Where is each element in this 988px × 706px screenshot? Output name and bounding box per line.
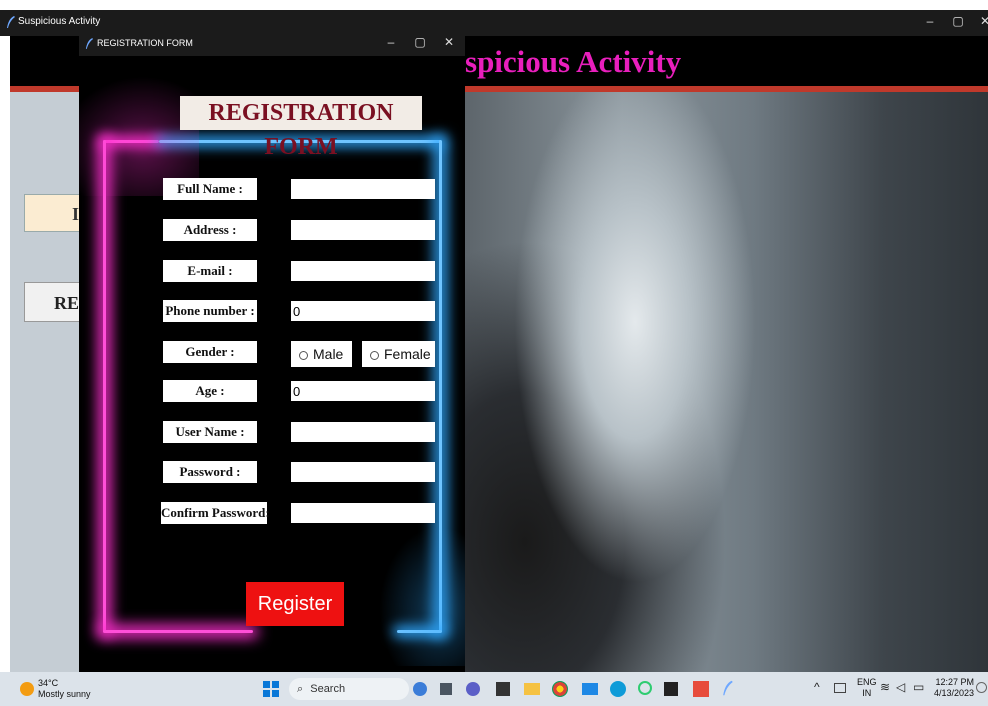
registration-titlebar: REGISTRATION FORM – ▢ ✕	[79, 32, 465, 56]
user-name-input[interactable]	[291, 422, 435, 442]
gender-female-radio[interactable]: Female	[362, 341, 435, 367]
registration-window-title: REGISTRATION FORM	[97, 38, 193, 48]
calculator-icon[interactable]	[496, 682, 510, 696]
registration-heading: REGISTRATION FORM	[180, 96, 422, 160]
app-red-icon[interactable]	[693, 681, 709, 697]
confirm-password-input[interactable]	[291, 503, 435, 523]
wifi-icon[interactable]: ≋	[880, 680, 890, 694]
label-gender: Gender :	[163, 341, 257, 363]
label-address: Address :	[163, 219, 257, 241]
mail-icon[interactable]	[582, 683, 598, 695]
reg-close-button[interactable]: ✕	[439, 35, 459, 49]
registration-body: REGISTRATION FORM Full Name : Address : …	[79, 56, 465, 672]
email-input[interactable]	[291, 261, 435, 281]
clock-date: 4/13/2023	[934, 688, 975, 698]
full-name-input[interactable]	[291, 179, 435, 199]
password-input[interactable]	[291, 462, 435, 482]
language-indicator[interactable]: ENG IN	[857, 677, 877, 699]
keyboard-icon[interactable]	[834, 683, 846, 693]
register-button[interactable]: Register	[246, 582, 344, 626]
page-title: spicious Activity	[465, 44, 682, 79]
battery-icon[interactable]: ▭	[913, 680, 924, 694]
weather-widget[interactable]: 34°C Mostly sunny	[38, 678, 91, 700]
phone-number-input[interactable]	[291, 301, 435, 321]
label-password: Password :	[163, 461, 257, 483]
weather-temp: 34°C	[38, 678, 59, 688]
language-bottom: IN	[862, 688, 872, 698]
gender-male-radio[interactable]: Male	[291, 341, 352, 367]
neon-corner-glow	[379, 526, 465, 666]
windows-start-icon[interactable]	[263, 681, 279, 697]
maximize-button[interactable]: ▢	[948, 14, 968, 28]
file-explorer-icon[interactable]	[524, 683, 540, 695]
weather-desc: Mostly sunny	[38, 689, 91, 699]
notification-icon[interactable]	[976, 682, 987, 693]
feather-taskbar-icon[interactable]	[722, 680, 734, 696]
close-button[interactable]: ✕	[975, 14, 988, 28]
reg-maximize-button[interactable]: ▢	[410, 35, 430, 49]
chat-icon[interactable]	[466, 682, 480, 696]
edge-icon[interactable]	[610, 681, 626, 697]
volume-icon[interactable]: ◁	[896, 680, 905, 694]
radio-circle-icon	[299, 350, 308, 360]
clock-time: 12:27 PM	[935, 677, 975, 687]
taskbar-search[interactable]: ⌕ Search	[289, 678, 409, 700]
chevron-up-icon[interactable]: ^	[814, 680, 820, 694]
label-user-name: User Name :	[163, 421, 257, 443]
label-age: Age :	[163, 380, 257, 402]
login-button[interactable]: I	[24, 194, 84, 232]
search-icon: ⌕	[297, 683, 304, 695]
task-view-icon[interactable]	[440, 683, 452, 695]
gender-female-label: Female	[384, 346, 431, 362]
taskbar: 34°C Mostly sunny ⌕ Search ^ ENG IN ≋ ◁ …	[0, 672, 988, 706]
chrome-icon[interactable]	[552, 681, 568, 697]
age-input[interactable]	[291, 381, 435, 401]
registration-window: REGISTRATION FORM – ▢ ✕ REGISTRATION FOR…	[79, 32, 465, 672]
language-top: ENG	[857, 677, 877, 687]
minimize-button[interactable]: –	[920, 14, 940, 28]
terminal-icon[interactable]	[664, 682, 678, 696]
feather-icon	[7, 16, 15, 28]
background-image	[465, 92, 988, 672]
clock[interactable]: 12:27 PM 4/13/2023	[934, 677, 974, 699]
reg-minimize-button[interactable]: –	[381, 35, 401, 49]
label-full-name: Full Name :	[163, 178, 257, 200]
main-window-title: Suspicious Activity	[18, 16, 101, 27]
neon-frame-pink-left	[103, 140, 106, 632]
address-input[interactable]	[291, 220, 435, 240]
app-ring-icon[interactable]	[638, 681, 652, 695]
register-nav-button[interactable]: RE	[24, 282, 84, 322]
label-confirm-password: Confirm Password:	[161, 502, 270, 524]
feather-icon	[85, 38, 94, 49]
bing-icon[interactable]	[413, 682, 427, 696]
gender-male-label: Male	[313, 346, 344, 362]
neon-frame-pink-bottom	[103, 630, 253, 633]
weather-icon[interactable]	[20, 682, 34, 696]
label-email: E-mail :	[163, 260, 257, 282]
search-label: Search	[310, 683, 346, 695]
radio-circle-icon	[370, 350, 379, 360]
label-phone-number: Phone number :	[163, 300, 257, 322]
